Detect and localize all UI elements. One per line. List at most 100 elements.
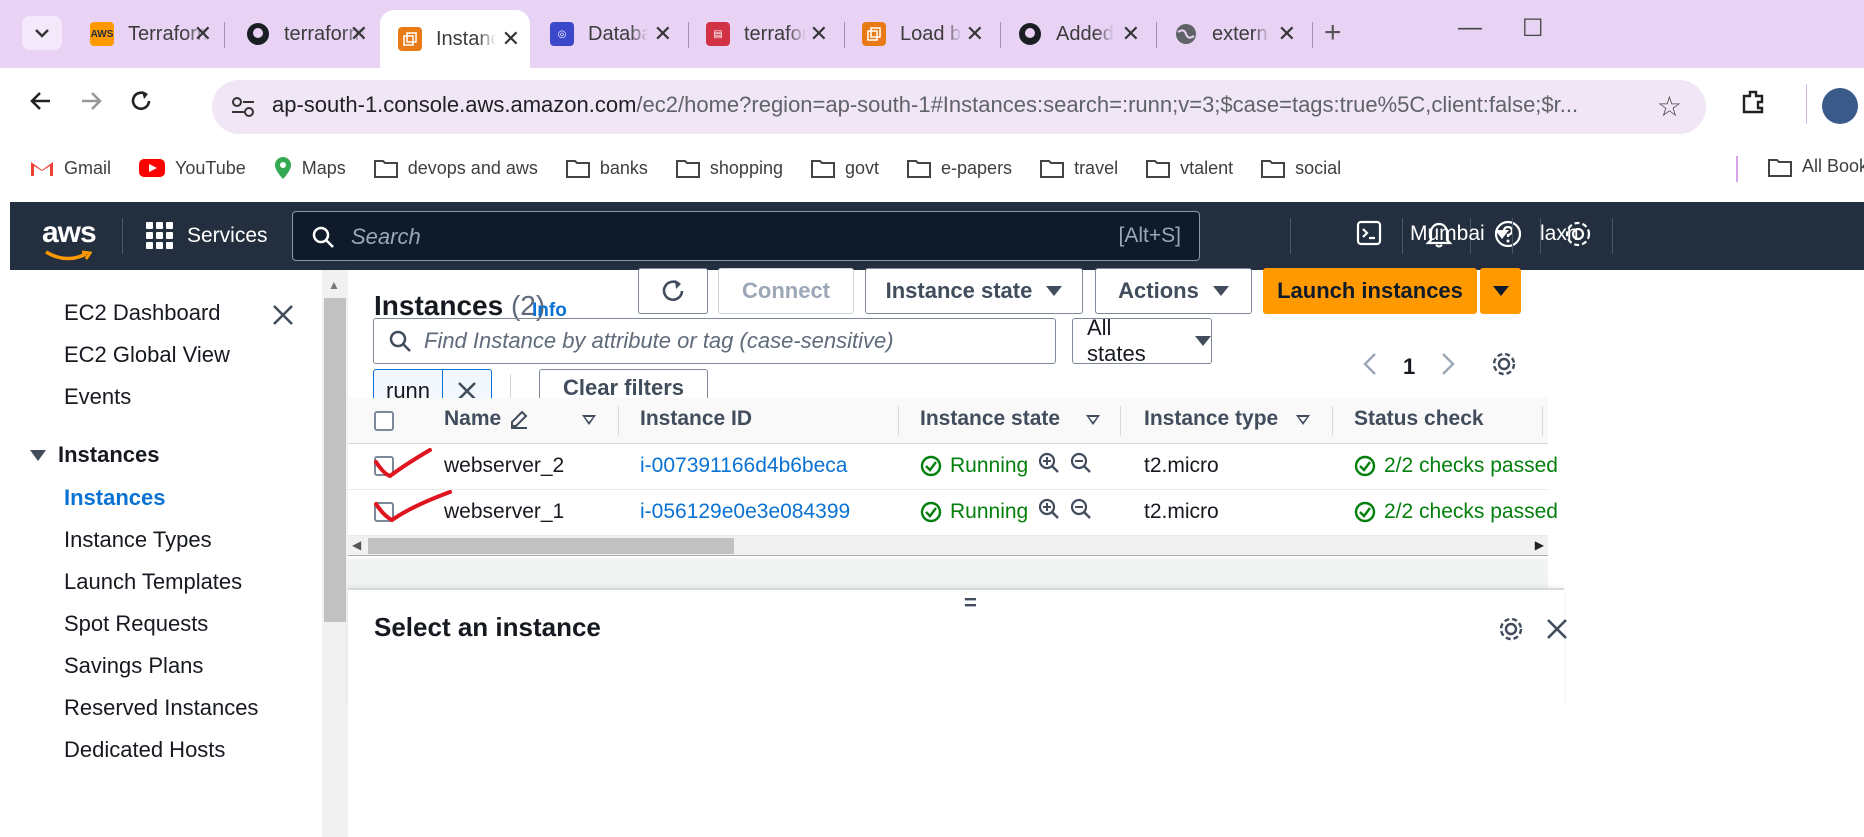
column-header-instance-state[interactable]: Instance state xyxy=(920,407,1060,431)
bookmark-folder[interactable]: banks xyxy=(565,158,648,179)
browser-tab[interactable]: Added c ✕ xyxy=(1000,12,1150,56)
sidebar-item-ec2-dashboard[interactable]: EC2 Dashboard xyxy=(64,300,221,326)
sidebar-item-instances[interactable]: Instances xyxy=(64,485,166,511)
zoom-in-icon[interactable] xyxy=(1038,498,1060,520)
all-bookmarks[interactable]: All Book xyxy=(1768,156,1864,177)
states-filter-dropdown[interactable]: All states xyxy=(1072,315,1212,366)
next-page-icon[interactable] xyxy=(1440,352,1456,382)
instance-id-link[interactable]: i-056129e0e3e084399 xyxy=(640,500,850,524)
sidebar-scrollbar[interactable]: ▲ xyxy=(322,270,348,837)
services-menu[interactable]: Services xyxy=(146,222,268,249)
bookmark-folder[interactable]: govt xyxy=(810,158,879,179)
scrollbar-thumb[interactable] xyxy=(368,538,734,554)
table-row[interactable]: webserver_1 i-056129e0e3e084399 Running … xyxy=(348,490,1558,536)
close-tab-icon[interactable]: ✕ xyxy=(502,26,520,52)
table-horizontal-scrollbar[interactable]: ◀ ▶ xyxy=(348,536,1548,556)
zoom-out-icon[interactable] xyxy=(1070,452,1092,474)
sort-caret-icon[interactable] xyxy=(582,415,596,425)
browser-tab[interactable]: Load balancers ✕ xyxy=(844,12,994,56)
sidebar-item-dedicated-hosts[interactable]: Dedicated Hosts xyxy=(64,737,225,759)
scroll-right-icon[interactable]: ▶ xyxy=(1535,538,1544,552)
table-row[interactable]: webserver_2 i-007391166d4b6beca Running … xyxy=(348,444,1558,490)
sidebar-item-ec2-global-view[interactable]: EC2 Global View xyxy=(64,342,230,368)
bookmark-folder[interactable]: devops and aws xyxy=(373,158,538,179)
sidebar-item-reserved-instances[interactable]: Reserved Instances xyxy=(64,695,258,721)
table-header: Name Instance ID Instance state Instance… xyxy=(348,398,1548,444)
column-header-instance-type[interactable]: Instance type xyxy=(1144,407,1278,431)
close-tab-icon[interactable]: ✕ xyxy=(654,21,672,47)
split-panel-resize-handle[interactable]: = xyxy=(964,590,977,616)
aws-search-input[interactable]: Search [Alt+S] xyxy=(292,211,1200,261)
sidebar-item-savings-plans[interactable]: Savings Plans xyxy=(64,653,203,679)
browser-tab[interactable]: external ✕ xyxy=(1156,12,1306,56)
cloudshell-icon[interactable] xyxy=(1356,220,1382,251)
forward-icon[interactable] xyxy=(78,88,104,121)
launch-options-dropdown[interactable] xyxy=(1480,268,1521,314)
close-sidebar-icon[interactable] xyxy=(272,304,294,331)
reload-icon[interactable] xyxy=(128,88,154,121)
sort-caret-icon[interactable] xyxy=(1296,415,1310,425)
find-instance-input[interactable] xyxy=(424,327,1044,355)
close-tab-icon[interactable]: ✕ xyxy=(966,21,984,47)
split-panel-gear-icon[interactable] xyxy=(1498,616,1524,647)
bookmark-folder[interactable]: vtalent xyxy=(1146,158,1233,179)
bookmark-folder[interactable]: social xyxy=(1261,158,1341,179)
browser-tab[interactable]: ◎ Database ✕ xyxy=(532,12,682,56)
prev-page-icon[interactable] xyxy=(1362,352,1378,382)
close-tab-icon[interactable]: ✕ xyxy=(194,21,212,47)
minimize-icon[interactable]: — xyxy=(1458,14,1482,42)
extensions-icon[interactable] xyxy=(1740,88,1768,123)
browser-tab-active[interactable]: Instances ✕ xyxy=(380,10,530,68)
connect-button[interactable]: Connect xyxy=(718,268,854,314)
new-tab-icon[interactable]: + xyxy=(1324,16,1342,50)
scroll-left-icon[interactable]: ◀ xyxy=(352,538,361,552)
table-preferences-gear-icon[interactable] xyxy=(1491,351,1517,383)
column-header-status-check[interactable]: Status check xyxy=(1354,407,1484,431)
status-check: 2/2 checks passed xyxy=(1354,500,1558,524)
region-selector[interactable]: Mumbai xyxy=(1410,222,1509,246)
close-split-panel-icon[interactable] xyxy=(1546,618,1568,645)
launch-instances-button[interactable]: Launch instances xyxy=(1263,268,1477,314)
site-settings-icon[interactable] xyxy=(230,94,256,120)
column-header-instance-id[interactable]: Instance ID xyxy=(640,407,752,431)
url-bar[interactable]: ap-south-1.console.aws.amazon.com/ec2/ho… xyxy=(212,80,1706,134)
sidebar-item-instance-types[interactable]: Instance Types xyxy=(64,527,212,553)
sidebar-item-events[interactable]: Events xyxy=(64,384,131,410)
bookmark-youtube[interactable]: YouTube xyxy=(139,158,246,179)
profile-avatar[interactable] xyxy=(1822,88,1858,124)
instance-state-dropdown[interactable]: Instance state xyxy=(865,268,1083,314)
sort-caret-icon[interactable] xyxy=(1086,415,1100,425)
bookmark-star-icon[interactable]: ☆ xyxy=(1657,90,1682,123)
scroll-up-icon[interactable]: ▲ xyxy=(328,278,340,292)
back-icon[interactable] xyxy=(28,88,54,121)
scrollbar-thumb[interactable] xyxy=(324,298,346,622)
bookmark-folder[interactable]: e-papers xyxy=(907,158,1012,179)
sidebar-item-spot-requests[interactable]: Spot Requests xyxy=(64,611,208,637)
maximize-icon[interactable]: ☐ xyxy=(1522,14,1544,43)
column-header-name[interactable]: Name xyxy=(444,407,529,431)
find-instance-search[interactable] xyxy=(373,318,1056,364)
close-tab-icon[interactable]: ✕ xyxy=(350,21,368,47)
browser-tab[interactable]: terraform ✕ xyxy=(228,12,378,56)
sidebar-section-instances[interactable]: Instances xyxy=(30,442,160,468)
aws-logo[interactable]: aws xyxy=(42,216,97,261)
close-tab-icon[interactable]: ✕ xyxy=(1122,21,1140,47)
close-tab-icon[interactable]: ✕ xyxy=(1278,21,1296,47)
bookmark-gmail[interactable]: Gmail xyxy=(30,158,111,179)
page-number[interactable]: 1 xyxy=(1403,354,1415,380)
zoom-out-icon[interactable] xyxy=(1070,498,1092,520)
zoom-in-icon[interactable] xyxy=(1038,452,1060,474)
instance-id-link[interactable]: i-007391166d4b6beca xyxy=(640,454,847,478)
account-menu[interactable]: laxn xyxy=(1540,222,1579,246)
bookmark-maps[interactable]: Maps xyxy=(274,156,346,180)
tab-search-button[interactable] xyxy=(22,16,62,50)
close-tab-icon[interactable]: ✕ xyxy=(810,21,828,47)
select-all-checkbox[interactable] xyxy=(374,411,394,431)
browser-tab[interactable]: AWS Terraform ✕ xyxy=(72,12,222,56)
browser-tab[interactable]: ▤ terraform ✕ xyxy=(688,12,838,56)
refresh-button[interactable] xyxy=(638,268,708,314)
bookmark-folder[interactable]: travel xyxy=(1040,158,1118,179)
actions-dropdown[interactable]: Actions xyxy=(1095,268,1252,314)
sidebar-item-launch-templates[interactable]: Launch Templates xyxy=(64,569,242,595)
bookmark-folder[interactable]: shopping xyxy=(675,158,783,179)
